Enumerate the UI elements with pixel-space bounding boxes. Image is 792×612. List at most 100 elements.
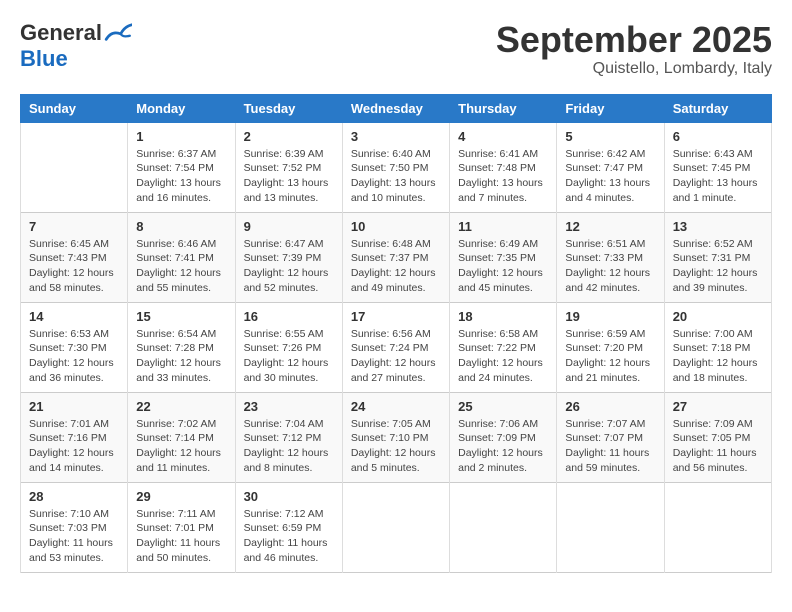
title-section: September 2025 Quistello, Lombardy, Ital… xyxy=(496,20,772,78)
day-number: 18 xyxy=(458,309,548,324)
day-number: 17 xyxy=(351,309,441,324)
day-info: Sunrise: 7:02 AM Sunset: 7:14 PM Dayligh… xyxy=(136,417,226,476)
location-text: Quistello, Lombardy, Italy xyxy=(496,60,772,78)
calendar-cell: 11 Sunrise: 6:49 AM Sunset: 7:35 PM Dayli… xyxy=(450,212,557,302)
day-info: Sunrise: 7:10 AM Sunset: 7:03 PM Dayligh… xyxy=(29,507,119,566)
day-number: 5 xyxy=(565,129,655,144)
calendar-cell xyxy=(21,122,128,212)
day-number: 13 xyxy=(673,219,763,234)
calendar-cell: 23 Sunrise: 7:04 AM Sunset: 7:12 PM Dayli… xyxy=(235,392,342,482)
day-info: Sunrise: 6:54 AM Sunset: 7:28 PM Dayligh… xyxy=(136,327,226,386)
calendar-cell: 22 Sunrise: 7:02 AM Sunset: 7:14 PM Dayli… xyxy=(128,392,235,482)
calendar-cell: 17 Sunrise: 6:56 AM Sunset: 7:24 PM Dayli… xyxy=(342,302,449,392)
day-number: 2 xyxy=(244,129,334,144)
calendar-table: SundayMondayTuesdayWednesdayThursdayFrid… xyxy=(20,94,772,573)
day-info: Sunrise: 6:41 AM Sunset: 7:48 PM Dayligh… xyxy=(458,147,548,206)
day-number: 21 xyxy=(29,399,119,414)
day-info: Sunrise: 6:52 AM Sunset: 7:31 PM Dayligh… xyxy=(673,237,763,296)
calendar-cell: 20 Sunrise: 7:00 AM Sunset: 7:18 PM Dayli… xyxy=(664,302,771,392)
day-number: 8 xyxy=(136,219,226,234)
calendar-cell: 26 Sunrise: 7:07 AM Sunset: 7:07 PM Dayli… xyxy=(557,392,664,482)
day-info: Sunrise: 6:42 AM Sunset: 7:47 PM Dayligh… xyxy=(565,147,655,206)
weekday-header-sunday: Sunday xyxy=(21,94,128,122)
weekday-header-wednesday: Wednesday xyxy=(342,94,449,122)
logo-blue-text: Blue xyxy=(20,46,68,72)
day-info: Sunrise: 6:59 AM Sunset: 7:20 PM Dayligh… xyxy=(565,327,655,386)
calendar-week-row: 1Sunrise: 6:37 AM Sunset: 7:54 PM Daylig… xyxy=(21,122,772,212)
day-info: Sunrise: 6:47 AM Sunset: 7:39 PM Dayligh… xyxy=(244,237,334,296)
calendar-header-row: SundayMondayTuesdayWednesdayThursdayFrid… xyxy=(21,94,772,122)
day-info: Sunrise: 6:53 AM Sunset: 7:30 PM Dayligh… xyxy=(29,327,119,386)
day-number: 23 xyxy=(244,399,334,414)
calendar-cell: 3Sunrise: 6:40 AM Sunset: 7:50 PM Daylig… xyxy=(342,122,449,212)
month-title: September 2025 xyxy=(496,20,772,60)
day-info: Sunrise: 6:40 AM Sunset: 7:50 PM Dayligh… xyxy=(351,147,441,206)
day-info: Sunrise: 7:12 AM Sunset: 6:59 PM Dayligh… xyxy=(244,507,334,566)
day-number: 14 xyxy=(29,309,119,324)
logo-general-text: General xyxy=(20,20,102,46)
day-info: Sunrise: 6:51 AM Sunset: 7:33 PM Dayligh… xyxy=(565,237,655,296)
day-number: 30 xyxy=(244,489,334,504)
calendar-cell xyxy=(342,482,449,572)
day-number: 25 xyxy=(458,399,548,414)
calendar-cell: 12 Sunrise: 6:51 AM Sunset: 7:33 PM Dayli… xyxy=(557,212,664,302)
calendar-cell: 19 Sunrise: 6:59 AM Sunset: 7:20 PM Dayli… xyxy=(557,302,664,392)
day-number: 28 xyxy=(29,489,119,504)
weekday-header-saturday: Saturday xyxy=(664,94,771,122)
day-info: Sunrise: 7:11 AM Sunset: 7:01 PM Dayligh… xyxy=(136,507,226,566)
calendar-week-row: 14 Sunrise: 6:53 AM Sunset: 7:30 PM Dayli… xyxy=(21,302,772,392)
day-number: 4 xyxy=(458,129,548,144)
calendar-cell: 28 Sunrise: 7:10 AM Sunset: 7:03 PM Dayli… xyxy=(21,482,128,572)
calendar-cell: 4 Sunrise: 6:41 AM Sunset: 7:48 PM Daylig… xyxy=(450,122,557,212)
day-number: 6 xyxy=(673,129,763,144)
calendar-cell: 10Sunrise: 6:48 AM Sunset: 7:37 PM Dayli… xyxy=(342,212,449,302)
calendar-week-row: 7 Sunrise: 6:45 AM Sunset: 7:43 PM Daylig… xyxy=(21,212,772,302)
calendar-cell: 14 Sunrise: 6:53 AM Sunset: 7:30 PM Dayli… xyxy=(21,302,128,392)
calendar-cell: 21Sunrise: 7:01 AM Sunset: 7:16 PM Dayli… xyxy=(21,392,128,482)
day-number: 11 xyxy=(458,219,548,234)
day-number: 12 xyxy=(565,219,655,234)
day-number: 15 xyxy=(136,309,226,324)
day-number: 26 xyxy=(565,399,655,414)
logo: General Blue xyxy=(20,20,132,72)
calendar-cell xyxy=(557,482,664,572)
day-info: Sunrise: 7:04 AM Sunset: 7:12 PM Dayligh… xyxy=(244,417,334,476)
calendar-cell: 27 Sunrise: 7:09 AM Sunset: 7:05 PM Dayli… xyxy=(664,392,771,482)
day-info: Sunrise: 7:07 AM Sunset: 7:07 PM Dayligh… xyxy=(565,417,655,476)
day-info: Sunrise: 6:43 AM Sunset: 7:45 PM Dayligh… xyxy=(673,147,763,206)
day-number: 24 xyxy=(351,399,441,414)
weekday-header-friday: Friday xyxy=(557,94,664,122)
calendar-cell: 9 Sunrise: 6:47 AM Sunset: 7:39 PM Daylig… xyxy=(235,212,342,302)
calendar-week-row: 21Sunrise: 7:01 AM Sunset: 7:16 PM Dayli… xyxy=(21,392,772,482)
day-info: Sunrise: 6:56 AM Sunset: 7:24 PM Dayligh… xyxy=(351,327,441,386)
day-info: Sunrise: 6:45 AM Sunset: 7:43 PM Dayligh… xyxy=(29,237,119,296)
day-number: 7 xyxy=(29,219,119,234)
day-info: Sunrise: 6:46 AM Sunset: 7:41 PM Dayligh… xyxy=(136,237,226,296)
calendar-cell: 25 Sunrise: 7:06 AM Sunset: 7:09 PM Dayli… xyxy=(450,392,557,482)
day-number: 27 xyxy=(673,399,763,414)
calendar-cell: 2 Sunrise: 6:39 AM Sunset: 7:52 PM Daylig… xyxy=(235,122,342,212)
day-number: 20 xyxy=(673,309,763,324)
calendar-cell: 7 Sunrise: 6:45 AM Sunset: 7:43 PM Daylig… xyxy=(21,212,128,302)
day-info: Sunrise: 7:00 AM Sunset: 7:18 PM Dayligh… xyxy=(673,327,763,386)
day-number: 29 xyxy=(136,489,226,504)
day-info: Sunrise: 7:05 AM Sunset: 7:10 PM Dayligh… xyxy=(351,417,441,476)
calendar-cell xyxy=(450,482,557,572)
day-info: Sunrise: 6:55 AM Sunset: 7:26 PM Dayligh… xyxy=(244,327,334,386)
day-number: 9 xyxy=(244,219,334,234)
calendar-cell: 29 Sunrise: 7:11 AM Sunset: 7:01 PM Dayli… xyxy=(128,482,235,572)
weekday-header-tuesday: Tuesday xyxy=(235,94,342,122)
day-number: 10 xyxy=(351,219,441,234)
day-number: 19 xyxy=(565,309,655,324)
day-info: Sunrise: 6:49 AM Sunset: 7:35 PM Dayligh… xyxy=(458,237,548,296)
calendar-cell: 13 Sunrise: 6:52 AM Sunset: 7:31 PM Dayli… xyxy=(664,212,771,302)
day-info: Sunrise: 6:37 AM Sunset: 7:54 PM Dayligh… xyxy=(136,147,226,206)
day-info: Sunrise: 6:58 AM Sunset: 7:22 PM Dayligh… xyxy=(458,327,548,386)
day-info: Sunrise: 7:06 AM Sunset: 7:09 PM Dayligh… xyxy=(458,417,548,476)
calendar-cell: 1Sunrise: 6:37 AM Sunset: 7:54 PM Daylig… xyxy=(128,122,235,212)
page-header: General Blue September 2025 Quistello, L… xyxy=(20,20,772,78)
day-info: Sunrise: 6:39 AM Sunset: 7:52 PM Dayligh… xyxy=(244,147,334,206)
day-info: Sunrise: 7:09 AM Sunset: 7:05 PM Dayligh… xyxy=(673,417,763,476)
calendar-cell: 30 Sunrise: 7:12 AM Sunset: 6:59 PM Dayli… xyxy=(235,482,342,572)
day-number: 22 xyxy=(136,399,226,414)
